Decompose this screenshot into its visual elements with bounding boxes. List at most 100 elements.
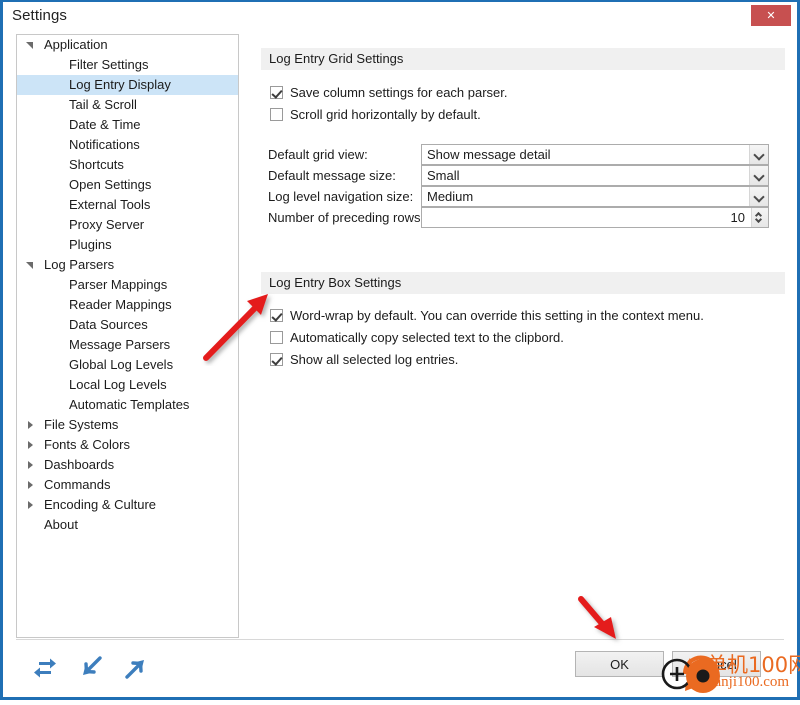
- tree-expander-expanded-icon[interactable]: [26, 262, 33, 269]
- settings-tree[interactable]: Application Filter Settings Log Entry Disp…: [16, 34, 239, 638]
- sidebar-item-log-parsers[interactable]: Log Parsers: [17, 255, 238, 275]
- checkbox-unchecked-icon[interactable]: [270, 108, 283, 121]
- sidebar-item-dashboards[interactable]: Dashboards: [17, 455, 238, 475]
- dropdown-value: Small: [427, 168, 460, 183]
- sidebar-item-message-parsers[interactable]: Message Parsers: [17, 335, 238, 355]
- reset-defaults-icon[interactable]: [30, 653, 60, 683]
- sidebar-item-file-systems[interactable]: File Systems: [17, 415, 238, 435]
- group-header-grid-settings: Log Entry Grid Settings: [261, 48, 785, 70]
- checkbox-row[interactable]: Word-wrap by default. You can override t…: [270, 307, 704, 324]
- sidebar-item-open-settings[interactable]: Open Settings: [17, 175, 238, 195]
- tree-expander-collapsed-icon[interactable]: [28, 421, 33, 429]
- sidebar-item-encoding-and-culture[interactable]: Encoding & Culture: [17, 495, 238, 515]
- sidebar-item-label: Plugins: [69, 237, 112, 252]
- sidebar-item-date-and-time[interactable]: Date & Time: [17, 115, 238, 135]
- dropdown-log-level-navigation-size[interactable]: Medium: [421, 186, 769, 207]
- sidebar-item-label: Tail & Scroll: [69, 97, 137, 112]
- cancel-button[interactable]: Cancel: [672, 651, 761, 677]
- sidebar-item-data-sources[interactable]: Data Sources: [17, 315, 238, 335]
- sidebar-item-label: Shortcuts: [69, 157, 124, 172]
- sidebar-item-label: Parser Mappings: [69, 277, 168, 292]
- page-title: Settings: [12, 7, 67, 24]
- tree-expander-collapsed-icon[interactable]: [28, 441, 33, 449]
- import-settings-icon[interactable]: [76, 653, 106, 683]
- export-settings-icon[interactable]: [121, 653, 151, 683]
- spinner-down-icon[interactable]: [754, 215, 763, 224]
- dropdown-default-grid-view[interactable]: Show message detail: [421, 144, 769, 165]
- sidebar-item-label: Proxy Server: [69, 217, 145, 232]
- sidebar-item-commands[interactable]: Commands: [17, 475, 238, 495]
- checkbox-row[interactable]: Automatically copy selected text to the …: [270, 329, 564, 346]
- field-row: Default message size: Small: [241, 165, 797, 186]
- dialog-footer: OK Cancel: [3, 639, 797, 697]
- dropdown-value: Show message detail: [427, 147, 551, 162]
- chevron-down-icon[interactable]: [749, 145, 768, 164]
- spinner-value[interactable]: 10: [422, 208, 751, 227]
- spinner-number-of-preceding-rows[interactable]: 10: [421, 207, 769, 228]
- settings-window: Settings ✕ Application Filter Settings Log…: [0, 0, 800, 700]
- spinner-buttons[interactable]: [751, 208, 768, 227]
- checkbox-unchecked-icon[interactable]: [270, 331, 283, 344]
- field-row: Log level navigation size: Medium: [241, 186, 797, 207]
- checkbox-row[interactable]: Save column settings for each parser.: [270, 84, 508, 101]
- sidebar-item-automatic-templates[interactable]: Automatic Templates: [17, 395, 238, 415]
- sidebar-item-label: Dashboards: [44, 457, 115, 472]
- sidebar-item-label: Automatic Templates: [69, 397, 190, 412]
- sidebar-item-label: Log Parsers: [44, 257, 115, 272]
- checkbox-checked-icon[interactable]: [270, 353, 283, 366]
- checkbox-label: Automatically copy selected text to the …: [290, 330, 564, 345]
- chevron-down-icon[interactable]: [749, 166, 768, 185]
- checkbox-label: Word-wrap by default. You can override t…: [290, 308, 704, 323]
- sidebar-item-label: Reader Mappings: [69, 297, 172, 312]
- dropdown-value: Medium: [427, 189, 474, 204]
- sidebar-item-label: Data Sources: [69, 317, 148, 332]
- close-button[interactable]: ✕: [751, 5, 791, 26]
- sidebar-item-label: Log Entry Display: [69, 77, 171, 92]
- checkbox-row[interactable]: Show all selected log entries.: [270, 351, 458, 368]
- sidebar-item-label: Message Parsers: [69, 337, 171, 352]
- dropdown-default-message-size[interactable]: Small: [421, 165, 769, 186]
- sidebar-item-label: Filter Settings: [69, 57, 149, 72]
- sidebar-item-label: Local Log Levels: [69, 377, 167, 392]
- field-label: Default message size:: [268, 168, 396, 183]
- sidebar-item-label: Date & Time: [69, 117, 141, 132]
- sidebar-item-shortcuts[interactable]: Shortcuts: [17, 155, 238, 175]
- sidebar-item-label: Fonts & Colors: [44, 437, 130, 452]
- sidebar-item-label: Notifications: [69, 137, 140, 152]
- sidebar-item-proxy-server[interactable]: Proxy Server: [17, 215, 238, 235]
- ok-button[interactable]: OK: [575, 651, 664, 677]
- tree-expander-expanded-icon[interactable]: [26, 42, 33, 49]
- group-header-box-settings: Log Entry Box Settings: [261, 272, 785, 294]
- checkbox-checked-icon[interactable]: [270, 86, 283, 99]
- sidebar-item-log-entry-display[interactable]: Log Entry Display: [17, 75, 238, 95]
- field-row: Default grid view: Show message detail: [241, 144, 797, 165]
- sidebar-item-parser-mappings[interactable]: Parser Mappings: [17, 275, 238, 295]
- sidebar-item-local-log-levels[interactable]: Local Log Levels: [17, 375, 238, 395]
- sidebar-item-filter-settings[interactable]: Filter Settings: [17, 55, 238, 75]
- sidebar-item-notifications[interactable]: Notifications: [17, 135, 238, 155]
- sidebar-item-label: About: [44, 517, 78, 532]
- sidebar-item-plugins[interactable]: Plugins: [17, 235, 238, 255]
- sidebar-item-external-tools[interactable]: External Tools: [17, 195, 238, 215]
- checkbox-row[interactable]: Scroll grid horizontally by default.: [270, 106, 481, 123]
- tree-expander-collapsed-icon[interactable]: [28, 501, 33, 509]
- sidebar-item-tail-and-scroll[interactable]: Tail & Scroll: [17, 95, 238, 115]
- sidebar-item-label: File Systems: [44, 417, 119, 432]
- checkbox-checked-icon[interactable]: [270, 309, 283, 322]
- sidebar-item-reader-mappings[interactable]: Reader Mappings: [17, 295, 238, 315]
- sidebar-item-label: Commands: [44, 477, 111, 492]
- sidebar-item-fonts-and-colors[interactable]: Fonts & Colors: [17, 435, 238, 455]
- field-label: Default grid view:: [268, 147, 368, 162]
- sidebar-item-global-log-levels[interactable]: Global Log Levels: [17, 355, 238, 375]
- checkbox-label: Scroll grid horizontally by default.: [290, 107, 481, 122]
- tree-expander-collapsed-icon[interactable]: [28, 461, 33, 469]
- sidebar-item-about[interactable]: About: [17, 515, 238, 535]
- sidebar-item-label: Global Log Levels: [69, 357, 174, 372]
- sidebar-item-label: Open Settings: [69, 177, 152, 192]
- chevron-down-icon[interactable]: [749, 187, 768, 206]
- tree-expander-collapsed-icon[interactable]: [28, 481, 33, 489]
- close-icon: ✕: [766, 9, 776, 22]
- checkbox-label: Save column settings for each parser.: [290, 85, 508, 100]
- sidebar-item-label: Application: [44, 37, 108, 52]
- sidebar-item-application[interactable]: Application: [17, 35, 238, 55]
